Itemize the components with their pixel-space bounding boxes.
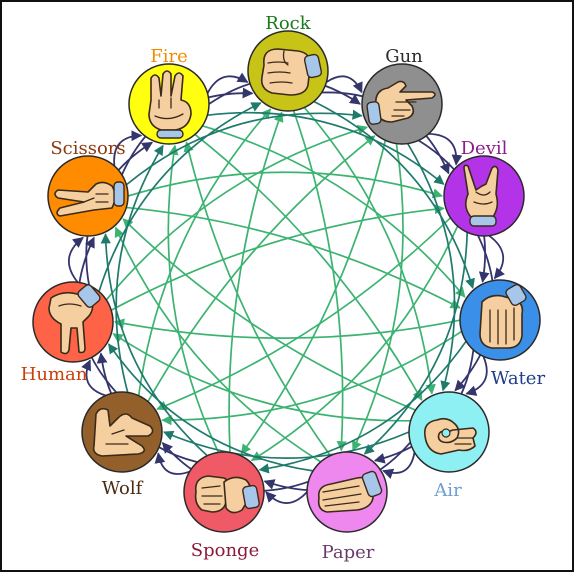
- node-gun-label: Gun: [385, 46, 423, 67]
- edge-gun-beats-paper: [352, 143, 404, 452]
- node-sponge: [183, 451, 265, 533]
- diagram-stage: Rock Gun Devil Water Air Paper Sponge Wolf Human…: [0, 0, 574, 572]
- node-wolf: [81, 391, 163, 473]
- edge-air-beats-human: [112, 333, 411, 422]
- node-paper: [306, 451, 388, 533]
- node-devil: [443, 155, 525, 237]
- edge-gun-beats-sponge: [240, 140, 387, 455]
- node-wolf-label: Wolf: [102, 478, 144, 499]
- node-fire: [128, 63, 210, 145]
- node-gun: [361, 63, 443, 145]
- node-fire-label: Fire: [150, 46, 188, 67]
- edge-fire-beats-rock: [206, 72, 249, 94]
- node-paper-label: Paper: [322, 542, 375, 563]
- node-air: [408, 391, 490, 473]
- node-devil-label: Devil: [461, 138, 508, 159]
- edge-air-beats-wolf: [163, 430, 410, 459]
- node-water: [459, 279, 541, 361]
- node-human-label: Human: [21, 364, 88, 385]
- edge-paper-beats-sponge: [265, 491, 308, 504]
- node-scissors-label: Scissors: [50, 138, 125, 159]
- node-rock-label: Rock: [265, 13, 311, 34]
- node-air-label: Air: [433, 480, 462, 501]
- node-water-label: Water: [491, 368, 546, 389]
- edge-human-beats-gun: [105, 124, 368, 301]
- edge-fire-beats-air: [194, 133, 423, 401]
- edge-rock-beats-gun: [325, 75, 363, 94]
- edge-scissors-beats-devil: [127, 171, 443, 199]
- node-rock: [247, 30, 329, 112]
- edge-sponge-beats-rock: [228, 111, 284, 453]
- edge-sponge-beats-fire: [167, 144, 220, 453]
- node-layer: [32, 30, 541, 533]
- node-scissors: [47, 155, 129, 237]
- edge-air-beats-scissors: [122, 218, 416, 411]
- edge-rock-beats-air: [303, 106, 436, 395]
- node-sponge-label: Sponge: [191, 540, 259, 561]
- gesture-diagram: Rock Gun Devil Water Air Paper Sponge Wolf Human…: [21, 13, 546, 563]
- node-human: [32, 281, 114, 363]
- edge-water-beats-human: [113, 318, 461, 339]
- edge-human-beats-devil: [110, 204, 445, 312]
- edge-water-beats-wolf: [161, 330, 463, 426]
